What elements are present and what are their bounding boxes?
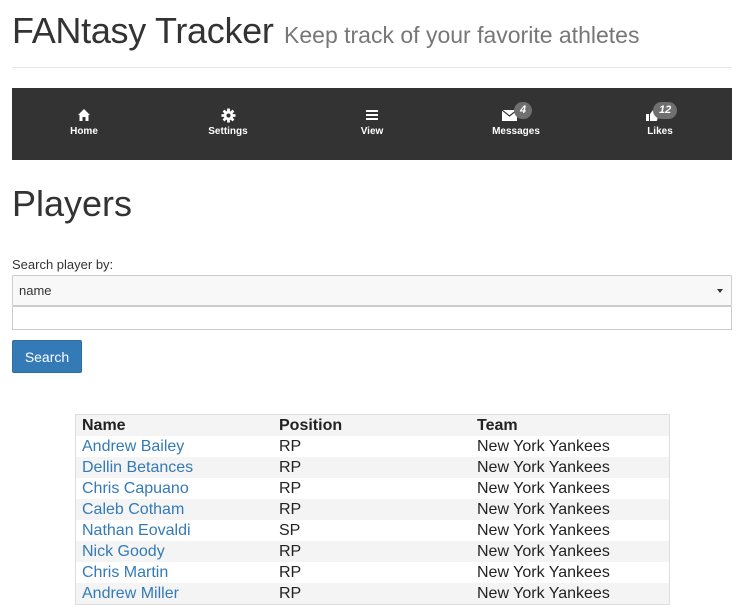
messages-badge: 4: [514, 102, 533, 119]
player-link[interactable]: Nick Goody: [82, 543, 165, 560]
main-navbar: Home Settings View 4 Messages 12 Likes: [12, 88, 732, 160]
table-row: Nathan Eovaldi SP New York Yankees: [76, 520, 670, 541]
player-name-cell: Caleb Cotham: [75, 499, 273, 520]
player-name-cell: Chris Martin: [76, 562, 274, 583]
table-row: Caleb Cotham RP New York Yankees: [75, 499, 670, 520]
chevron-down-icon: [717, 289, 723, 293]
nav-label-likes: Likes: [647, 126, 673, 137]
player-link[interactable]: Chris Capuano: [82, 480, 189, 497]
header-divider: [12, 67, 732, 68]
envelope-icon: 4: [500, 102, 533, 124]
table-row: Andrew Bailey RP New York Yankees: [76, 436, 670, 457]
player-team-cell: New York Yankees: [471, 541, 670, 562]
app-header: FANtasy Tracker Keep track of your favor…: [12, 10, 639, 52]
player-link[interactable]: Caleb Cotham: [82, 501, 184, 518]
table-header-row: Name Position Team: [75, 414, 670, 436]
column-header-position: Position: [273, 414, 471, 436]
player-name-cell: Nathan Eovaldi: [76, 520, 274, 541]
table-row: Chris Capuano RP New York Yankees: [76, 478, 670, 499]
player-link[interactable]: Nathan Eovaldi: [82, 522, 191, 539]
app-title: FANtasy Tracker: [12, 10, 274, 51]
app-subtitle: Keep track of your favorite athletes: [284, 22, 640, 48]
page-title: Players: [12, 183, 133, 224]
player-link[interactable]: Dellin Betances: [82, 459, 193, 476]
nav-item-likes[interactable]: 12 Likes: [588, 88, 732, 160]
player-link[interactable]: Andrew Miller: [82, 585, 179, 602]
player-name-cell: Chris Capuano: [76, 478, 274, 499]
player-position-cell: RP: [273, 457, 471, 478]
player-team-cell: New York Yankees: [477, 479, 610, 497]
nav-item-messages[interactable]: 4 Messages: [444, 88, 588, 160]
column-header-team: Team: [471, 414, 670, 436]
table-row: Nick Goody RP New York Yankees: [75, 541, 670, 562]
player-position-cell: RP: [273, 499, 471, 520]
nav-label-home: Home: [70, 126, 98, 137]
nav-item-settings[interactable]: Settings: [156, 88, 300, 160]
list-icon: [363, 106, 381, 124]
player-team-cell: New York Yankees: [477, 437, 610, 455]
nav-label-view: View: [360, 126, 384, 137]
player-position-cell: SP: [279, 521, 301, 539]
nav-item-home[interactable]: Home: [12, 88, 156, 160]
player-name-cell: Nick Goody: [75, 541, 273, 562]
search-by-select[interactable]: name: [12, 275, 732, 306]
search-by-label: Search player by:: [12, 257, 114, 272]
player-team-cell: New York Yankees: [471, 499, 670, 520]
player-position-cell: RP: [279, 563, 302, 581]
home-icon: [75, 106, 93, 124]
players-table: Name Position Team Andrew Bailey RP New …: [75, 414, 670, 605]
search-input[interactable]: [12, 306, 732, 330]
table-row: Dellin Betances RP New York Yankees: [75, 457, 670, 478]
player-name-cell: Andrew Miller: [75, 583, 273, 605]
player-position-cell: RP: [279, 479, 302, 497]
likes-badge: 12: [653, 102, 678, 119]
player-link[interactable]: Andrew Bailey: [82, 438, 184, 455]
nav-item-view[interactable]: View: [300, 88, 444, 160]
thumbs-up-icon: 12: [643, 102, 678, 124]
player-team-cell: New York Yankees: [471, 583, 670, 605]
player-position-cell: RP: [273, 541, 471, 562]
nav-label-messages: Messages: [492, 126, 540, 137]
player-position-cell: RP: [273, 583, 471, 605]
player-position-cell: RP: [279, 437, 302, 455]
player-name-cell: Andrew Bailey: [76, 436, 274, 457]
search-by-selected-value: name: [19, 283, 52, 298]
column-header-name: Name: [75, 414, 273, 436]
nav-label-settings: Settings: [208, 126, 248, 137]
search-button[interactable]: Search: [12, 340, 82, 373]
table-row: Andrew Miller RP New York Yankees: [75, 583, 670, 605]
player-link[interactable]: Chris Martin: [82, 564, 168, 581]
table-row: Chris Martin RP New York Yankees: [76, 562, 670, 583]
player-name-cell: Dellin Betances: [75, 457, 273, 478]
player-team-cell: New York Yankees: [477, 563, 610, 581]
gear-icon: [219, 106, 237, 124]
player-team-cell: New York Yankees: [471, 457, 670, 478]
player-team-cell: New York Yankees: [477, 521, 610, 539]
